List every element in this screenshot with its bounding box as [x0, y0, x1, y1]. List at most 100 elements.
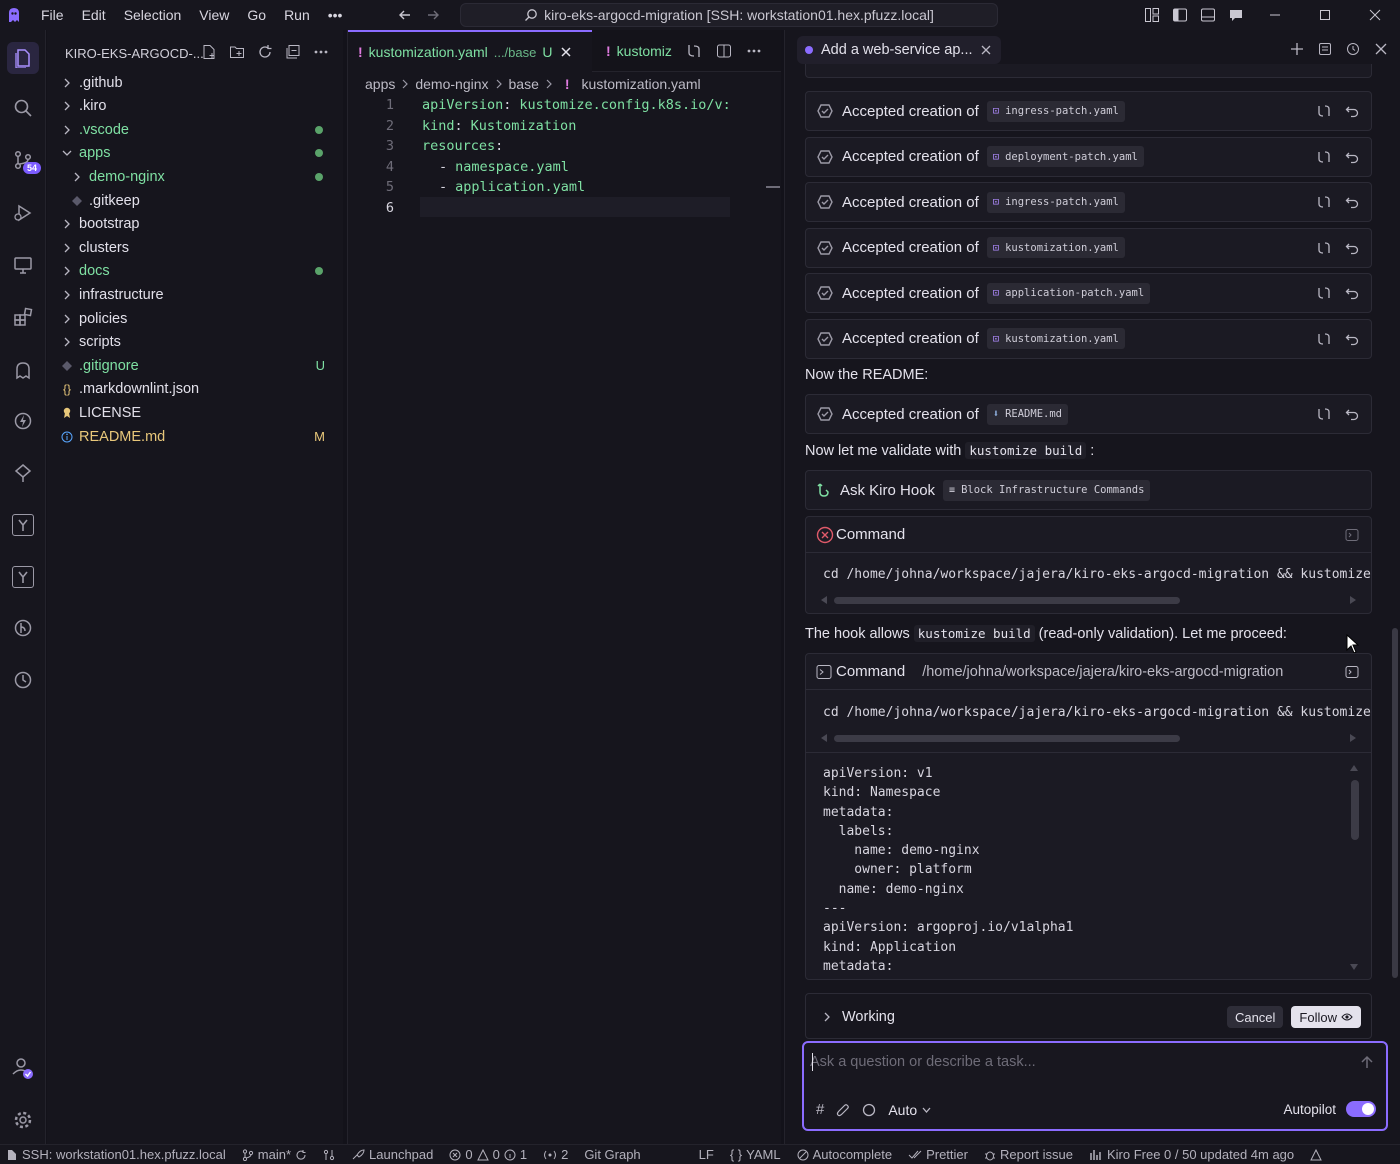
output-scroll-up-icon[interactable] [1349, 764, 1359, 772]
command-center[interactable]: kiro-eks-argocd-migration [SSH: workstat… [460, 3, 998, 27]
tree-item[interactable]: infrastructure [47, 283, 343, 306]
chat-scrollbar[interactable] [1392, 628, 1398, 978]
breadcrumb-item[interactable]: base [509, 76, 539, 92]
tree-item[interactable]: .kiro [47, 95, 343, 118]
settings-gear-icon[interactable] [0, 1100, 46, 1140]
revert-icon[interactable] [1345, 150, 1359, 164]
close-session-icon[interactable] [981, 45, 991, 55]
revert-icon[interactable] [1345, 407, 1359, 421]
search-activity-icon[interactable] [0, 88, 46, 128]
view-diff-icon[interactable] [1317, 195, 1331, 209]
aws-toolkit-icon[interactable] [0, 401, 46, 441]
follow-button[interactable]: Follow [1291, 1006, 1361, 1028]
tree-item[interactable]: .github [47, 71, 343, 94]
maximize-icon[interactable] [1300, 0, 1350, 30]
breadcrumb-item[interactable]: kustomization.yaml [582, 76, 701, 92]
menu-item[interactable]: Edit [73, 0, 115, 30]
report-issue-item[interactable]: Report issue [984, 1147, 1073, 1162]
file-chip[interactable]: ⊡ deployment-patch.yaml [986, 146, 1144, 167]
kiro-ghost-icon[interactable] [0, 350, 46, 390]
tree-item[interactable]: clusters [47, 236, 343, 259]
refresh-icon[interactable] [257, 44, 273, 60]
horizontal-scrollbar[interactable] [834, 735, 1180, 742]
open-terminal-icon[interactable] [1345, 665, 1359, 679]
more-actions-icon[interactable] [313, 44, 329, 60]
file-chip[interactable]: ⊡ kustomization.yaml [986, 328, 1125, 349]
chat-input[interactable] [810, 1051, 1330, 1073]
extensions-icon[interactable] [0, 297, 46, 337]
notifications-indicator[interactable] [1310, 1148, 1322, 1161]
terminal-icon[interactable] [1345, 528, 1359, 542]
close-window-icon[interactable] [1350, 0, 1400, 30]
tree-item[interactable]: bootstrap [47, 213, 343, 236]
scroll-right-icon[interactable] [1349, 733, 1357, 743]
plan-usage-item[interactable]: Kiro Free 0 / 50 updated 4m ago [1089, 1147, 1294, 1162]
output-scrollbar[interactable] [1351, 780, 1359, 840]
view-diff-icon[interactable] [1317, 241, 1331, 255]
source-control-icon[interactable] [0, 140, 46, 180]
revert-icon[interactable] [1345, 286, 1359, 300]
file-chip[interactable]: ⬇ README.md [986, 403, 1068, 425]
output-scroll-down-icon[interactable] [1349, 963, 1359, 971]
tree-item[interactable]: scripts [47, 331, 343, 354]
file-chip[interactable]: ⊡ kustomization.yaml [986, 237, 1125, 258]
tree-item[interactable]: policies [47, 307, 343, 330]
git-lens-icon[interactable] [0, 557, 46, 597]
prettier-indicator[interactable]: Prettier [908, 1147, 968, 1162]
tree-item[interactable]: .gitignore U [47, 354, 343, 377]
breadcrumb-item[interactable]: apps [365, 76, 395, 92]
history-icon[interactable] [1346, 42, 1360, 56]
code-editor[interactable]: 1 apiVersion: kustomize.config.k8s.io/v: 2 k… [348, 95, 778, 1095]
autopilot-toggle[interactable] [1346, 1101, 1376, 1117]
tree-item[interactable]: {} .markdownlint.json [47, 378, 343, 401]
tree-item[interactable]: LICENSE [47, 401, 343, 424]
chevron-right-icon[interactable] [822, 1012, 832, 1022]
cancel-button[interactable]: Cancel [1226, 1006, 1284, 1028]
remote-explorer-icon[interactable] [0, 245, 46, 285]
scroll-left-icon[interactable] [820, 733, 828, 743]
toggle-chat-icon[interactable] [1222, 0, 1250, 30]
file-chip[interactable]: ⊡ ingress-patch.yaml [986, 191, 1125, 213]
forward-arrow-icon[interactable] [426, 8, 440, 22]
tree-item[interactable]: demo-nginx [47, 165, 343, 188]
split-editor-icon[interactable] [716, 43, 732, 59]
close-panel-icon[interactable] [1374, 42, 1388, 56]
toggle-panel-icon[interactable] [1194, 0, 1222, 30]
revert-icon[interactable] [1345, 241, 1359, 255]
revert-icon[interactable] [1345, 104, 1359, 118]
problems-indicator[interactable]: 0 0 1 [449, 1147, 527, 1162]
tree-item[interactable]: apps [47, 142, 343, 165]
tab-kustomization-base[interactable]: ! kustomization.yaml .../base U [348, 30, 592, 72]
close-tab-icon[interactable] [560, 46, 572, 58]
git-compare-indicator[interactable] [323, 1149, 335, 1161]
scroll-left-icon[interactable] [820, 595, 828, 605]
attach-paperclip-icon[interactable] [836, 1103, 850, 1117]
language-indicator[interactable]: { } YAML [730, 1147, 781, 1162]
tree-item[interactable]: .vscode [47, 118, 343, 141]
breadcrumb-item[interactable]: demo-nginx [415, 76, 488, 92]
view-diff-icon[interactable] [1317, 286, 1331, 300]
ports-indicator[interactable]: 2 [543, 1147, 568, 1162]
scroll-right-icon[interactable] [1349, 595, 1357, 605]
open-changes-icon[interactable] [686, 43, 702, 59]
hash-context-icon[interactable]: # [816, 1101, 824, 1118]
sessions-list-icon[interactable] [1318, 42, 1332, 56]
view-diff-icon[interactable] [1317, 104, 1331, 118]
branch-indicator[interactable]: main* [242, 1147, 307, 1162]
account-icon[interactable] [0, 1048, 46, 1088]
collapse-all-icon[interactable] [285, 44, 301, 60]
hook-chip[interactable]: ≡ Block Infrastructure Commands [943, 479, 1151, 501]
customize-layout-icon[interactable] [1138, 0, 1166, 30]
tree-item[interactable]: docs [47, 260, 343, 283]
toggle-sidebar-icon[interactable] [1166, 0, 1194, 30]
view-diff-icon[interactable] [1317, 150, 1331, 164]
send-arrow-icon[interactable] [1360, 1055, 1374, 1069]
remote-indicator[interactable]: SSH: workstation01.hex.pfuzz.local [6, 1147, 226, 1162]
testing-icon[interactable] [0, 453, 46, 493]
timeline-icon[interactable] [0, 608, 46, 648]
view-diff-icon[interactable] [1317, 407, 1331, 421]
run-debug-icon[interactable] [0, 193, 46, 233]
tab-kustomization-2[interactable]: ! kustomiz [592, 30, 682, 72]
new-file-icon[interactable] [201, 44, 217, 60]
chat-session-tab[interactable]: Add a web-service ap... [797, 36, 1001, 64]
